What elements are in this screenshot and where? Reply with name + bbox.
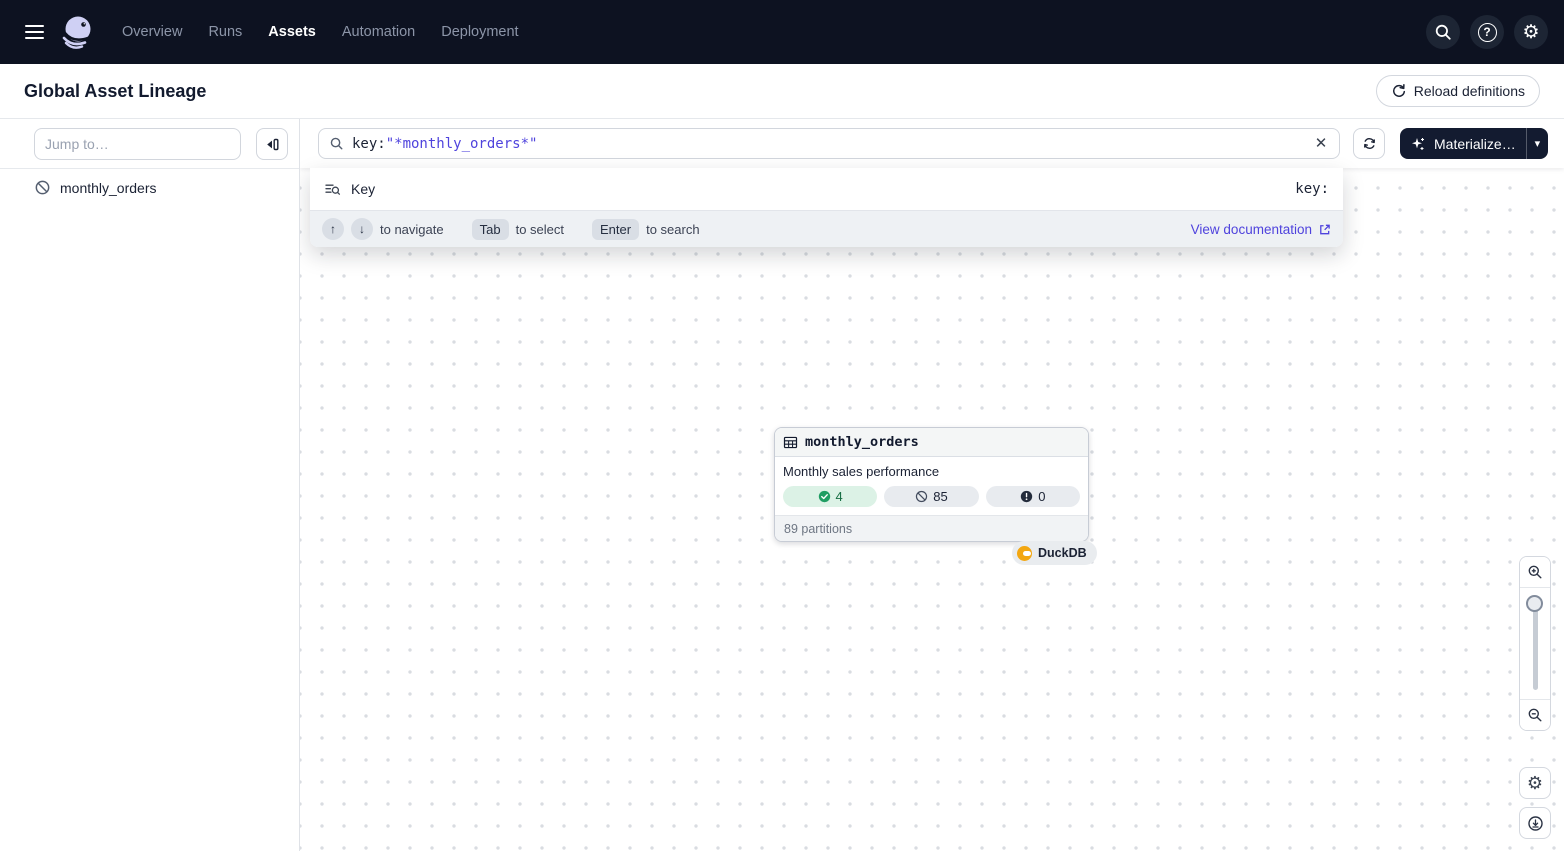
zoom-out-icon <box>1527 707 1543 723</box>
materialize-button[interactable]: Materialize… <box>1400 128 1526 159</box>
suggestion-row-key[interactable]: Key key: <box>310 168 1343 210</box>
tab-key-chip: Tab <box>472 219 509 240</box>
zoom-in-button[interactable] <box>1520 557 1550 587</box>
suggestion-syntax-hint: key: <box>1295 181 1329 197</box>
zoom-controls <box>1519 556 1551 731</box>
table-icon <box>783 435 798 450</box>
hint-select-text: to select <box>516 222 564 237</box>
hamburger-menu-button[interactable] <box>16 14 52 50</box>
nav-item-deployment[interactable]: Deployment <box>441 24 518 40</box>
view-documentation-link[interactable]: View documentation <box>1191 222 1331 237</box>
search-query-text: key:"*monthly_orders*" <box>352 136 1307 152</box>
view-documentation-label: View documentation <box>1191 222 1312 237</box>
page-header: Global Asset Lineage Reload definitions <box>0 64 1564 119</box>
storage-kind-label: DuckDB <box>1038 546 1087 560</box>
nav-item-automation[interactable]: Automation <box>342 24 415 40</box>
asset-node-monthly-orders[interactable]: monthly_orders Monthly sales performance… <box>774 427 1089 542</box>
asset-node-header: monthly_orders <box>775 428 1088 457</box>
global-search-button[interactable] <box>1426 15 1460 49</box>
search-query-value: "*monthly_orders*" <box>386 136 538 152</box>
search-hints-footer: ↑ ↓ to navigate Tab to select Enter to s… <box>310 210 1343 247</box>
nav-item-runs[interactable]: Runs <box>208 24 242 40</box>
asset-node-footer: 89 partitions <box>775 515 1088 541</box>
recenter-icon <box>1527 815 1544 832</box>
never-materialized-icon <box>34 179 51 196</box>
nav-item-assets[interactable]: Assets <box>268 24 316 40</box>
materialize-dropdown-caret[interactable]: ▾ <box>1526 128 1548 159</box>
materialized-count: 4 <box>836 489 843 504</box>
refresh-graph-button[interactable] <box>1353 128 1385 159</box>
search-icon <box>1434 23 1452 41</box>
asset-node-title: monthly_orders <box>805 434 919 450</box>
sidebar-asset-label: monthly_orders <box>60 180 157 196</box>
suggestion-label: Key <box>351 181 375 197</box>
search-icon <box>329 136 344 151</box>
lineage-sidebar: monthly_orders <box>0 119 300 851</box>
partitions-count-label: 89 partitions <box>784 522 852 536</box>
reload-definitions-label: Reload definitions <box>1414 83 1525 99</box>
page-title: Global Asset Lineage <box>24 81 206 102</box>
zoom-out-button[interactable] <box>1520 700 1550 730</box>
failed-partitions-pill: 0 <box>986 486 1080 507</box>
help-button[interactable]: ? <box>1470 15 1504 49</box>
hint-navigate-text: to navigate <box>380 222 444 237</box>
dagster-logo-icon <box>58 13 96 51</box>
top-nav-bar: Overview Runs Assets Automation Deployme… <box>0 0 1564 64</box>
dagster-app: Overview Runs Assets Automation Deployme… <box>0 0 1564 851</box>
primary-nav: Overview Runs Assets Automation Deployme… <box>122 24 519 40</box>
graph-settings-button[interactable]: ⚙ <box>1519 767 1551 799</box>
recenter-graph-button[interactable] <box>1519 807 1551 839</box>
search-suggestions-dropdown: Key key: ↑ ↓ to navigate Tab to select E… <box>310 168 1343 247</box>
lineage-search-input[interactable]: key:"*monthly_orders*" ✕ <box>318 128 1340 159</box>
refresh-icon <box>1361 135 1378 152</box>
asset-node-body: Monthly sales performance 4 <box>775 457 1088 515</box>
lineage-graph-canvas[interactable]: key:"*monthly_orders*" ✕ Materialize… ▾ <box>300 119 1564 851</box>
nav-item-overview[interactable]: Overview <box>122 24 182 40</box>
missing-count: 85 <box>933 489 947 504</box>
arrow-down-key-icon: ↓ <box>351 218 373 240</box>
duckdb-icon <box>1017 546 1032 561</box>
filter-search-icon <box>324 181 341 198</box>
zoom-slider-handle[interactable] <box>1526 595 1543 612</box>
enter-key-chip: Enter <box>592 219 639 240</box>
materialize-label: Materialize… <box>1434 136 1516 152</box>
hint-search-text: to search <box>646 222 699 237</box>
reload-definitions-button[interactable]: Reload definitions <box>1376 75 1540 107</box>
external-link-icon <box>1318 223 1331 236</box>
reload-icon <box>1391 83 1407 99</box>
clear-search-button[interactable]: ✕ <box>1307 130 1335 158</box>
alert-circle-icon <box>1020 490 1033 503</box>
search-query-key: key: <box>352 136 386 152</box>
help-icon: ? <box>1478 23 1497 42</box>
dagster-logo[interactable] <box>58 13 96 51</box>
collapse-panel-icon <box>264 136 281 153</box>
gear-icon: ⚙ <box>1522 23 1539 42</box>
check-circle-icon <box>818 490 831 503</box>
sparkle-icon <box>1410 136 1426 152</box>
zoom-slider[interactable] <box>1520 587 1550 700</box>
sidebar-search-row <box>0 119 299 169</box>
materialized-partitions-pill: 4 <box>783 486 877 507</box>
sidebar-asset-monthly-orders[interactable]: monthly_orders <box>0 169 299 206</box>
collapse-panel-button[interactable] <box>256 128 288 160</box>
zoom-in-icon <box>1527 564 1543 580</box>
storage-kind-badge-duckdb[interactable]: DuckDB <box>1012 541 1097 565</box>
materialize-split-button: Materialize… ▾ <box>1400 128 1548 159</box>
slash-circle-icon <box>915 490 928 503</box>
asset-description: Monthly sales performance <box>783 464 1080 479</box>
failed-count: 0 <box>1038 489 1045 504</box>
gear-icon: ⚙ <box>1527 774 1543 792</box>
settings-button[interactable]: ⚙ <box>1514 15 1548 49</box>
partition-status-pills: 4 85 <box>783 486 1080 507</box>
missing-partitions-pill: 85 <box>884 486 978 507</box>
jump-to-input[interactable] <box>34 128 241 160</box>
arrow-up-key-icon: ↑ <box>322 218 344 240</box>
